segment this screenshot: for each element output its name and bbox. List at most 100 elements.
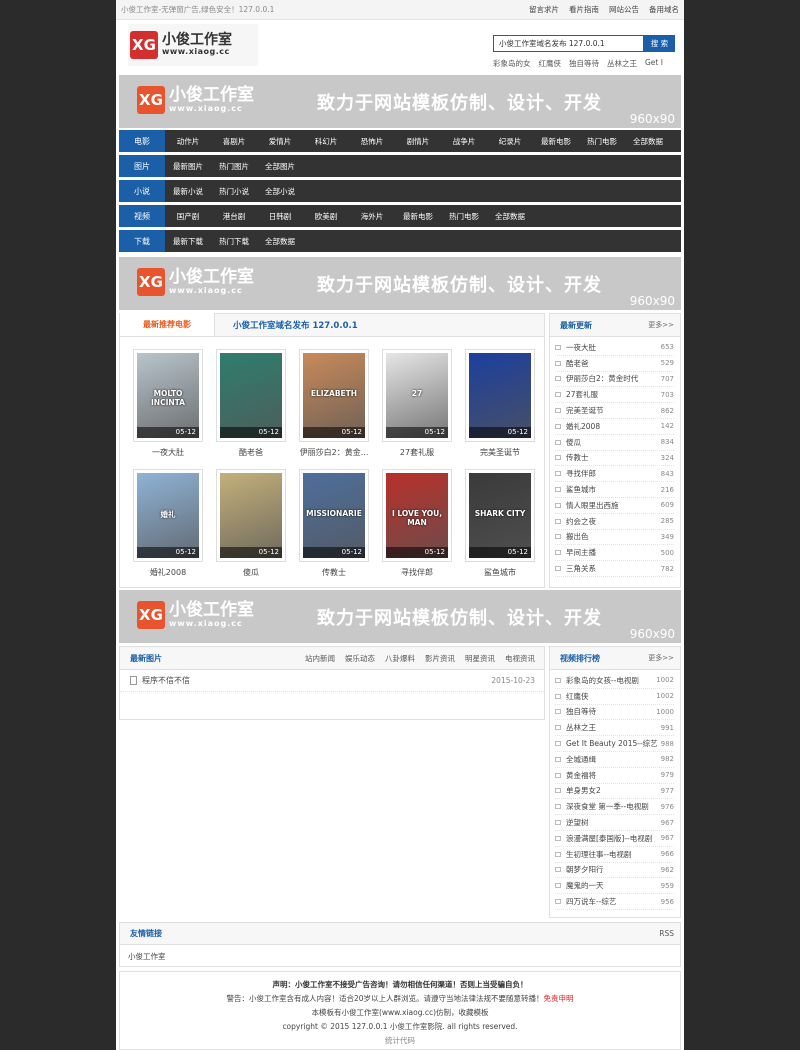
nav-item[interactable]: 恐怖片 [349,136,395,147]
list-item[interactable]: 约会之夜 285 [555,514,674,530]
top-link-request[interactable]: 留言求片 [529,4,559,15]
nav-item[interactable]: 最新图片 [165,161,211,172]
nav-category[interactable]: 电影 [119,130,165,152]
movie-poster-card[interactable]: SHARK CITY 05-12 鲨鱼城市 [465,469,535,578]
list-item[interactable]: 三角关系 782 [555,561,674,577]
list-item-name[interactable]: 一夜大肚 [566,342,661,353]
list-item-name[interactable]: 约会之夜 [566,516,661,527]
list-item[interactable]: 独自等待 1000 [555,705,674,721]
list-item[interactable]: 红鹰侠 1002 [555,689,674,705]
hot-keyword[interactable]: 红鹰侠 [539,58,562,69]
ad-banner-1[interactable]: XG 小俊工作室 www.xiaog.cc 致力于网站模板仿制、设计、开发 960… [119,75,681,128]
list-item[interactable]: 逆望树 967 [555,815,674,831]
nav-item[interactable]: 热门电影 [441,211,487,222]
nav-item[interactable]: 全部数据 [487,211,533,222]
list-item-name[interactable]: 傻瓜 [566,437,661,448]
nav-item[interactable]: 热门图片 [211,161,257,172]
poster-frame[interactable]: 05-12 [216,469,286,562]
list-item-name[interactable]: 传教士 [566,452,661,463]
nav-category[interactable]: 小说 [119,180,165,202]
ad-banner-3[interactable]: XG 小俊工作室 www.xiaog.cc 致力于网站模板仿制、设计、开发 960… [119,590,681,643]
poster-frame[interactable]: 27 05-12 [382,349,452,442]
poster-frame[interactable]: 05-12 [216,349,286,442]
nav-item[interactable]: 全部小说 [257,186,303,197]
poster-image[interactable]: SHARK CITY [469,473,531,558]
nav-item[interactable]: 剧情片 [395,136,441,147]
list-item[interactable]: 程序不信不信 2015-10-23 [120,670,544,692]
movie-poster-card[interactable]: 婚礼 05-12 婚礼2008 [133,469,203,578]
list-item[interactable]: 27套礼服 703 [555,387,674,404]
poster-title[interactable]: 一夜大肚 [133,447,203,458]
movie-poster-card[interactable]: 05-12 傻瓜 [216,469,286,578]
nav-item[interactable]: 全部图片 [257,161,303,172]
list-item[interactable]: 完美圣诞节 862 [555,403,674,419]
poster-title[interactable]: 完美圣诞节 [465,447,535,458]
movie-poster-card[interactable]: 05-12 酷老爸 [216,349,286,458]
nav-category[interactable]: 图片 [119,155,165,177]
nav-item[interactable]: 全部数据 [257,236,303,247]
movie-poster-card[interactable]: 27 05-12 27套礼服 [382,349,452,458]
list-item-name[interactable]: 早间主播 [566,547,661,558]
list-item[interactable]: 傻瓜 834 [555,435,674,451]
list-item-name[interactable]: 浪漫满屋[泰国版]--电视剧 [566,833,661,844]
poster-image[interactable]: MISSIONARIE [303,473,365,558]
nav-item[interactable]: 纪录片 [487,136,533,147]
hot-keyword[interactable]: Get I [645,58,663,69]
poster-image[interactable] [469,353,531,438]
list-item[interactable]: 早间主播 500 [555,545,674,562]
list-item-name[interactable]: 生初理往事--电视剧 [566,849,661,860]
list-item-name[interactable]: 婚礼2008 [566,421,661,432]
poster-title[interactable]: 传教士 [299,567,369,578]
list-item[interactable]: 鲨鱼城市 216 [555,482,674,498]
list-item-name[interactable]: 情人眼里出西施 [566,500,661,511]
news-tab[interactable]: 站内新闻 [305,653,335,664]
poster-frame[interactable]: I LOVE YOU, MAN 05-12 [382,469,452,562]
nav-item[interactable]: 热门电影 [579,136,625,147]
poster-image[interactable] [220,473,282,558]
news-tab[interactable]: 娱乐动态 [345,653,375,664]
list-item-name[interactable]: 全城通缉 [566,754,661,765]
nav-item[interactable]: 热门下载 [211,236,257,247]
list-item-name[interactable]: 单身男女2 [566,785,661,796]
poster-image[interactable]: ELIZABETH [303,353,365,438]
list-item-name[interactable]: 酷老爸 [566,358,661,369]
nav-item[interactable]: 战争片 [441,136,487,147]
list-item-name[interactable]: 四万说车--综艺 [566,896,661,907]
list-item[interactable]: 婚礼2008 142 [555,419,674,435]
poster-frame[interactable]: ELIZABETH 05-12 [299,349,369,442]
nav-item[interactable]: 爱情片 [257,136,303,147]
nav-item[interactable]: 日韩剧 [257,211,303,222]
movie-poster-card[interactable]: ELIZABETH 05-12 伊丽莎白2：黄金... [299,349,369,458]
search-button[interactable]: 搜 索 [644,35,675,52]
list-item-name[interactable]: 深夜食堂 第一季--电视剧 [566,801,661,812]
poster-title[interactable]: 寻找伴郎 [382,567,452,578]
list-item-name[interactable]: 丛林之王 [566,722,661,733]
friend-link[interactable]: 小俊工作室 [128,952,166,961]
top-link-notice[interactable]: 网站公告 [609,4,639,15]
list-item[interactable]: 黄金福将 979 [555,768,674,784]
nav-item[interactable]: 全部数据 [625,136,671,147]
nav-category[interactable]: 下载 [119,230,165,252]
news-tab[interactable]: 八卦爆料 [385,653,415,664]
list-item-name[interactable]: 魔鬼的一天 [566,880,661,891]
nav-category[interactable]: 视频 [119,205,165,227]
list-item-name[interactable]: 三角关系 [566,563,661,574]
list-item[interactable]: 全城通缉 982 [555,752,674,768]
poster-image[interactable]: I LOVE YOU, MAN [386,473,448,558]
news-tab[interactable]: 明星资讯 [465,653,495,664]
poster-image[interactable]: 27 [386,353,448,438]
list-item[interactable]: 朝梦夕阳行 962 [555,863,674,879]
poster-title[interactable]: 傻瓜 [216,567,286,578]
search-input[interactable] [493,35,644,52]
news-tab[interactable]: 影片资讯 [425,653,455,664]
list-item[interactable]: Get It Beauty 2015--综艺 988 [555,736,674,752]
list-item[interactable]: 搬出色 349 [555,530,674,546]
nav-item[interactable]: 海外片 [349,211,395,222]
poster-title[interactable]: 婚礼2008 [133,567,203,578]
list-item[interactable]: 酷老爸 529 [555,356,674,372]
list-item-name[interactable]: 27套礼服 [566,389,661,400]
list-item-name[interactable]: 朝梦夕阳行 [566,864,661,875]
list-item-name[interactable]: 黄金福将 [566,770,661,781]
list-item-name[interactable]: 伊丽莎白2：黄金时代 [566,373,661,384]
nav-item[interactable]: 喜剧片 [211,136,257,147]
